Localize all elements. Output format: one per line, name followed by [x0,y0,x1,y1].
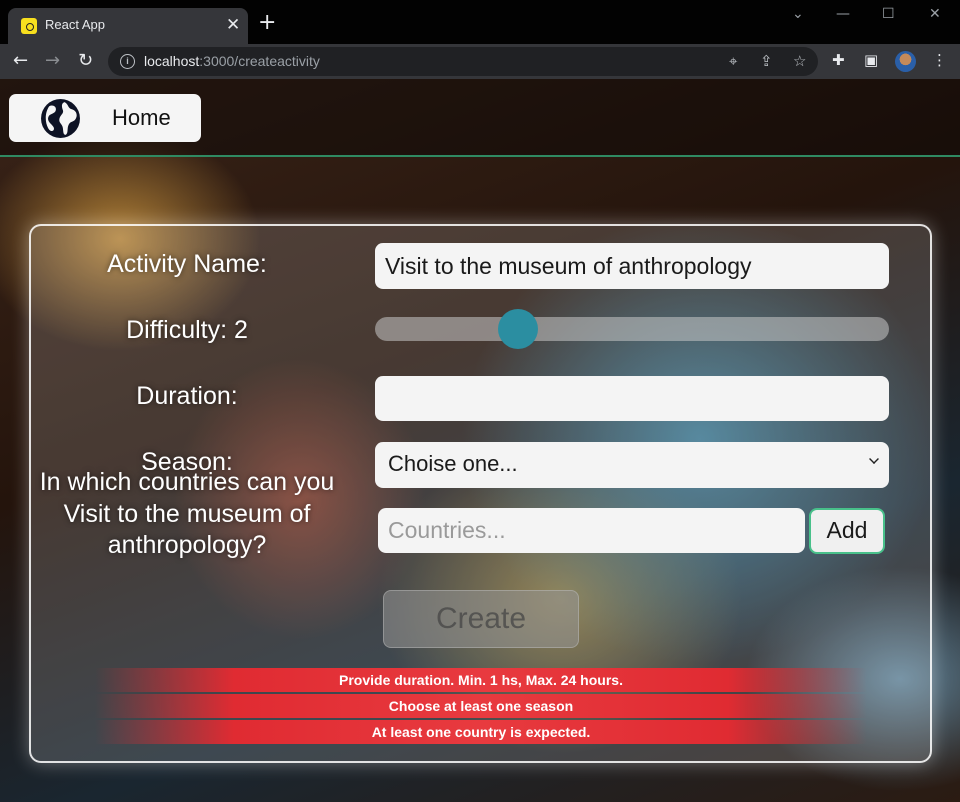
reload-icon[interactable]: ↻ [78,50,93,72]
season-selected-value: Choise one... [388,451,518,476]
difficulty-label: Difficulty: 2 [126,316,248,344]
duration-input[interactable] [375,376,889,421]
site-info-icon[interactable]: i [120,54,135,69]
close-window-icon[interactable]: ✕ [929,6,941,22]
tab-search-icon[interactable]: ⌄ [792,6,804,22]
difficulty-slider-thumb[interactable] [498,309,538,349]
add-country-button[interactable]: Add [809,508,885,554]
globe-icon [41,99,80,138]
profile-avatar[interactable] [895,51,916,72]
minimize-icon[interactable]: — [836,6,850,22]
page-viewport: Home Activity Name: Difficulty: 2 Durati… [0,79,960,802]
browser-titlebar: React App ✕ + ⌄ — ☐ ✕ [0,0,960,44]
countries-input[interactable] [378,508,805,553]
tab-title: React App [45,17,105,32]
error-country: At least one country is expected. [95,720,867,744]
maximize-icon[interactable]: ☐ [882,6,895,22]
difficulty-slider[interactable] [375,317,889,341]
side-panel-icon[interactable]: ▣ [864,51,878,69]
create-activity-form: Activity Name: Difficulty: 2 Duration: S… [29,224,932,763]
react-favicon-icon [21,18,37,34]
activity-name-label: Activity Name: [107,250,267,278]
create-button[interactable]: Create [383,590,579,648]
tab-close-icon[interactable]: ✕ [226,15,240,35]
new-tab-button[interactable]: + [258,12,276,34]
extensions-puzzle-icon[interactable]: ✚ [832,51,845,69]
chevron-down-icon [869,454,879,464]
back-arrow-icon[interactable]: ← [13,50,28,72]
app-navbar: Home [0,79,960,157]
browser-toolbar: ← → ↻ i localhost:3000/createactivity ⌖ … [0,44,960,79]
home-label: Home [112,105,171,130]
duration-label: Duration: [136,382,238,410]
error-duration: Provide duration. Min. 1 hs, Max. 24 hou… [95,668,867,692]
activity-name-input[interactable] [375,243,889,289]
season-select[interactable]: Choise one... [375,442,889,488]
error-season: Choose at least one season [95,694,867,718]
address-bar[interactable]: i localhost:3000/createactivity ⌖ ⇪ ☆ [108,47,818,76]
browser-tab[interactable]: React App ✕ [8,8,248,44]
home-button[interactable]: Home [9,94,201,142]
url-text[interactable]: localhost:3000/createactivity [144,53,320,69]
countries-question: In which countries can you Visit to the … [39,468,335,559]
location-pin-icon[interactable]: ⌖ [729,52,737,70]
menu-kebab-icon[interactable]: ⋮ [932,51,947,69]
forward-arrow-icon[interactable]: → [45,50,60,72]
share-icon[interactable]: ⇪ [760,52,773,70]
bookmark-star-icon[interactable]: ☆ [793,52,806,70]
